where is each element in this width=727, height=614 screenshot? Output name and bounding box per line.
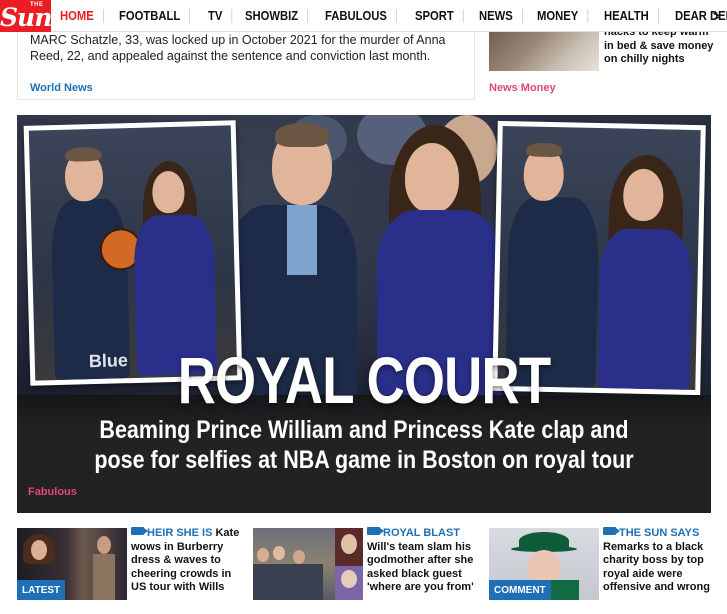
story-thumbnail[interactable]: COMMENT (489, 528, 599, 600)
nav-item-showbiz[interactable]: SHOWBIZ (236, 8, 308, 23)
story-headline[interactable]: Will's team slam his godmother after she… (367, 541, 474, 594)
money-story-card[interactable]: hacks to keep warm in bed & save money o… (489, 26, 714, 100)
top-navigation: THE Sun HOME FOOTBALL TV SHOWBIZ FABULOU… (0, 0, 727, 32)
nav-more-arrow-icon[interactable]: > (713, 8, 721, 24)
hero-headline[interactable]: ROYAL COURT (86, 342, 641, 418)
story-card-heir-she-is[interactable]: LATEST HEIR SHE IS Kate wows in Burberry… (17, 527, 239, 606)
story-card-text: ROYAL BLAST Will's team slam his godmoth… (367, 527, 479, 595)
nav-item-football[interactable]: FOOTBALL (110, 8, 191, 23)
story-kicker: HEIR SHE IS (131, 527, 212, 539)
hero-story[interactable]: Blue ROYAL COURT Beaming Prince William … (17, 115, 711, 513)
story-kicker: THE SUN SAYS (603, 527, 699, 539)
sun-logo[interactable]: THE Sun (0, 0, 52, 32)
logo-small-text: THE (30, 1, 44, 8)
video-camera-icon (603, 527, 620, 535)
nav-item-home[interactable]: HOME (51, 8, 105, 23)
story-card-royal-blast[interactable]: ROYAL BLAST Will's team slam his godmoth… (253, 527, 475, 606)
top-story-category[interactable]: World News (30, 82, 93, 94)
comment-badge: COMMENT (489, 580, 551, 600)
top-story-text: MARC Schatzle, 33, was locked up in Octo… (30, 33, 446, 63)
story-thumbnail[interactable] (253, 528, 363, 600)
money-story-text[interactable]: hacks to keep warm in bed & save money o… (604, 26, 714, 67)
latest-badge: LATEST (17, 580, 66, 600)
nav-item-health[interactable]: HEALTH (595, 8, 659, 23)
video-camera-icon (131, 527, 148, 535)
money-story-thumbnail[interactable] (489, 28, 599, 71)
nav-item-sport[interactable]: SPORT (406, 8, 464, 23)
top-story-card[interactable]: MARC Schatzle, 33, was locked up in Octo… (17, 28, 475, 100)
nav-item-money[interactable]: MONEY (528, 8, 589, 23)
video-camera-icon (367, 527, 384, 535)
story-card-the-sun-says[interactable]: COMMENT THE SUN SAYS Remarks to a black … (489, 527, 711, 606)
hero-category[interactable]: Fabulous (28, 486, 77, 498)
nav-menu: HOME FOOTBALL TV SHOWBIZ FABULOUS SPORT … (51, 0, 727, 32)
story-kicker: ROYAL BLAST (367, 527, 460, 539)
story-card-text: HEIR SHE IS Kate wows in Burberry dress … (131, 527, 243, 595)
story-headline[interactable]: Remarks to a black charity boss by top r… (603, 541, 710, 594)
hero-subheadline[interactable]: Beaming Prince William and Princess Kate… (83, 415, 645, 475)
nav-item-tv[interactable]: TV (199, 8, 233, 23)
nav-item-fabulous[interactable]: FABULOUS (316, 8, 397, 23)
story-thumbnail[interactable]: LATEST (17, 528, 127, 600)
nav-item-news[interactable]: NEWS (470, 8, 523, 23)
story-card-text: THE SUN SAYS Remarks to a black charity … (603, 527, 715, 595)
money-story-category[interactable]: News Money (489, 82, 556, 94)
logo-main-text: Sun (0, 2, 52, 32)
